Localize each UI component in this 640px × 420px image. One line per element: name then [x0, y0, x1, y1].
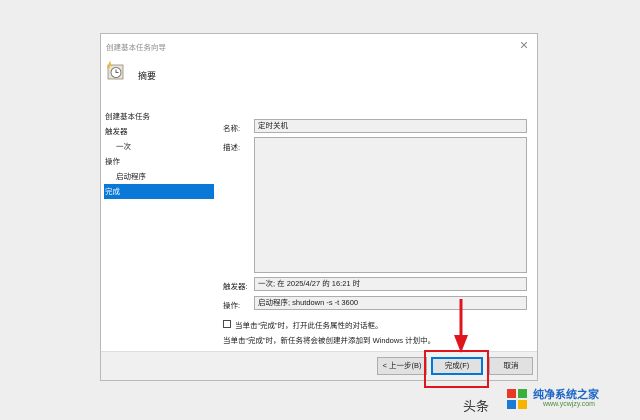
close-icon[interactable]: ✕	[517, 39, 531, 53]
site-logo-icon	[507, 389, 527, 409]
finish-button-highlight-box	[424, 350, 489, 388]
nav-item-once[interactable]: 一次	[104, 139, 214, 154]
page-title: 摘要	[138, 71, 157, 81]
wizard-steps-nav: 创建基本任务 触发器 一次 操作 启动程序 完成	[104, 109, 214, 199]
source-watermark: 头条	[463, 399, 490, 414]
finish-note: 当单击“完成”时，新任务将会被创建并添加到 Windows 计划中。	[223, 336, 436, 345]
trigger-label: 触发器:	[223, 282, 248, 291]
nav-item-finish[interactable]: 完成	[104, 184, 214, 199]
trigger-field[interactable]: 一次; 在 2025/4/27 的 16:21 时	[254, 277, 527, 291]
nav-item-start-program[interactable]: 启动程序	[104, 169, 214, 184]
task-clock-icon	[107, 61, 124, 80]
window-title: 创建基本任务向导	[106, 43, 166, 52]
name-field[interactable]: 定时关机	[254, 119, 527, 133]
name-label: 名称:	[223, 124, 241, 133]
site-url-watermark: www.ycwjzy.com	[543, 401, 595, 408]
action-label: 操作:	[223, 301, 241, 310]
open-properties-checkbox[interactable]	[223, 320, 231, 328]
description-label: 描述:	[223, 143, 241, 152]
nav-item-trigger[interactable]: 触发器	[104, 124, 214, 139]
red-arrow-icon	[454, 299, 468, 353]
action-field[interactable]: 启动程序; shutdown -s -t 3600	[254, 296, 527, 310]
nav-item-create-basic-task[interactable]: 创建基本任务	[104, 109, 214, 124]
site-brand-watermark: 纯净系统之家	[533, 389, 599, 401]
back-button[interactable]: < 上一步(B)	[377, 357, 427, 375]
open-properties-label: 当单击“完成”时，打开此任务属性的对话框。	[235, 321, 383, 330]
title-bar: 创建基本任务向导 ✕	[101, 34, 537, 58]
cancel-button[interactable]: 取消	[489, 357, 533, 375]
description-field[interactable]	[254, 137, 527, 273]
create-basic-task-wizard-dialog: 创建基本任务向导 ✕ 摘要 创建基本任务 触发器 一次 操作 启动程序 完成 名…	[100, 33, 538, 381]
nav-item-action[interactable]: 操作	[104, 154, 214, 169]
